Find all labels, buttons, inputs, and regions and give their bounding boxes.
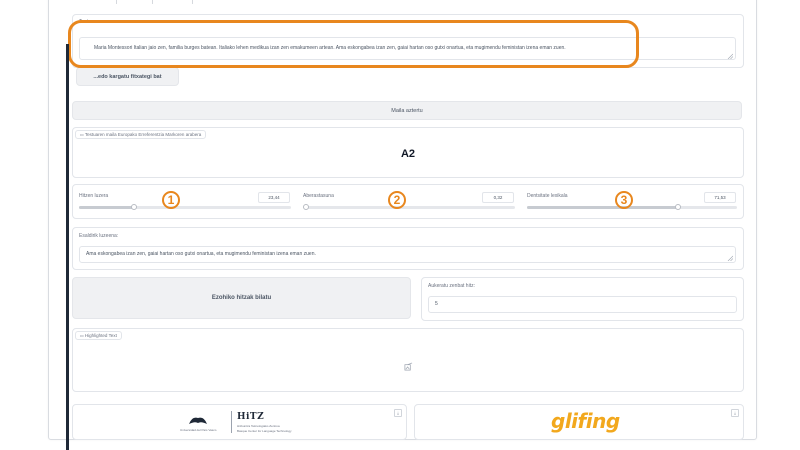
glifing-logo: glifing — [551, 409, 620, 433]
level-output-chip: ▭ Testuaren maila Europako Erreferentzia… — [75, 130, 207, 139]
slider-word-length: Hitzen luzera 23,44 — [73, 185, 297, 218]
hitz-title: HiTZ — [237, 412, 265, 422]
tab-1[interactable] — [68, 0, 117, 4]
word-count-label: Aukeratu zenbat hitz: — [428, 283, 475, 289]
ehu-text: Universidad del País Vasco — [180, 428, 217, 432]
annotation-pointer-line — [66, 44, 69, 450]
glifing-logo-panel: glifing ⤓ — [414, 404, 744, 440]
slider-1-thumb[interactable] — [131, 204, 138, 210]
slider-2-thumb[interactable] — [303, 204, 309, 210]
level-output-panel: ▭ Testuaren maila Europako Erreferentzia… — [72, 127, 744, 178]
longest-sentence-label: Esaldirik luzeena: — [79, 233, 119, 239]
empty-state-icon — [404, 362, 413, 371]
slider-1-label: Hitzen luzera — [79, 193, 109, 199]
slider-3-track[interactable] — [527, 204, 737, 210]
tab-bar — [68, 0, 218, 4]
download-icon[interactable]: ⤓ — [394, 409, 402, 417]
level-value: A2 — [400, 148, 416, 160]
hitz-subtitle-1: Hizkuntza Teknologiako Zentroa — [237, 424, 280, 428]
slider-2-label: Aberastasuna — [303, 193, 334, 199]
text-input-highlight — [68, 20, 639, 68]
find-unusual-words-button[interactable]: Ezohiko hitzak bilatu — [72, 277, 411, 319]
word-count-input[interactable]: 5 — [428, 296, 737, 313]
analyze-level-button[interactable]: Maila aztertu — [72, 101, 742, 120]
tab-3[interactable] — [152, 0, 193, 4]
slider-3-fill — [527, 206, 679, 209]
longest-sentence-field[interactable]: Ama eskongabea izan zen, gaiai hartan os… — [79, 246, 736, 263]
slider-3-value[interactable]: 71,53 — [704, 192, 736, 203]
highlighted-text-panel: ▭ Highlighted Text — [72, 328, 744, 392]
longest-sentence-panel: Esaldirik luzeena: Ama eskongabea izan z… — [72, 227, 744, 270]
hitz-subtitle-2: Basque Center for Language Technology — [237, 429, 292, 433]
slider-2-track[interactable] — [303, 204, 515, 210]
callout-badge-2: 2 — [388, 191, 406, 209]
highlighted-text-label: Highlighted Text — [84, 333, 117, 338]
slider-3-label: Dentsitate lexikala — [527, 193, 568, 199]
slider-1-value[interactable]: 23,44 — [258, 192, 290, 203]
callout-badge-3: 3 — [615, 191, 633, 209]
slider-1-track[interactable] — [79, 204, 291, 210]
slider-2-value[interactable]: 0,32 — [482, 192, 514, 203]
level-output-label: Testuaren maila Europako Erreferentzia M… — [84, 132, 202, 137]
slider-3-thumb[interactable] — [675, 204, 682, 210]
upload-file-button[interactable]: ...edo kargatu fitxategi bat — [76, 67, 179, 86]
hitz-logo-panel: Universidad del País Vasco HiTZ Hizkuntz… — [72, 404, 407, 440]
word-count-panel: Aukeratu zenbat hitz: 5 — [421, 277, 744, 321]
logo-divider — [231, 411, 232, 433]
longest-sentence-value: Ama eskongabea izan zen, gaiai hartan os… — [86, 251, 316, 257]
callout-badge-1: 1 — [162, 191, 180, 209]
highlighted-text-chip: ▭ Highlighted Text — [75, 331, 122, 340]
word-count-value: 5 — [435, 301, 438, 307]
slider-1-fill — [79, 206, 135, 209]
resize-handle-icon[interactable] — [727, 255, 733, 261]
slider-richness: Aberastasuna 0,32 — [297, 185, 521, 218]
resize-handle-icon[interactable] — [727, 53, 733, 59]
tab-2[interactable] — [116, 0, 153, 4]
download-icon[interactable]: ⤓ — [731, 409, 739, 417]
ehu-logo-icon — [189, 417, 207, 424]
